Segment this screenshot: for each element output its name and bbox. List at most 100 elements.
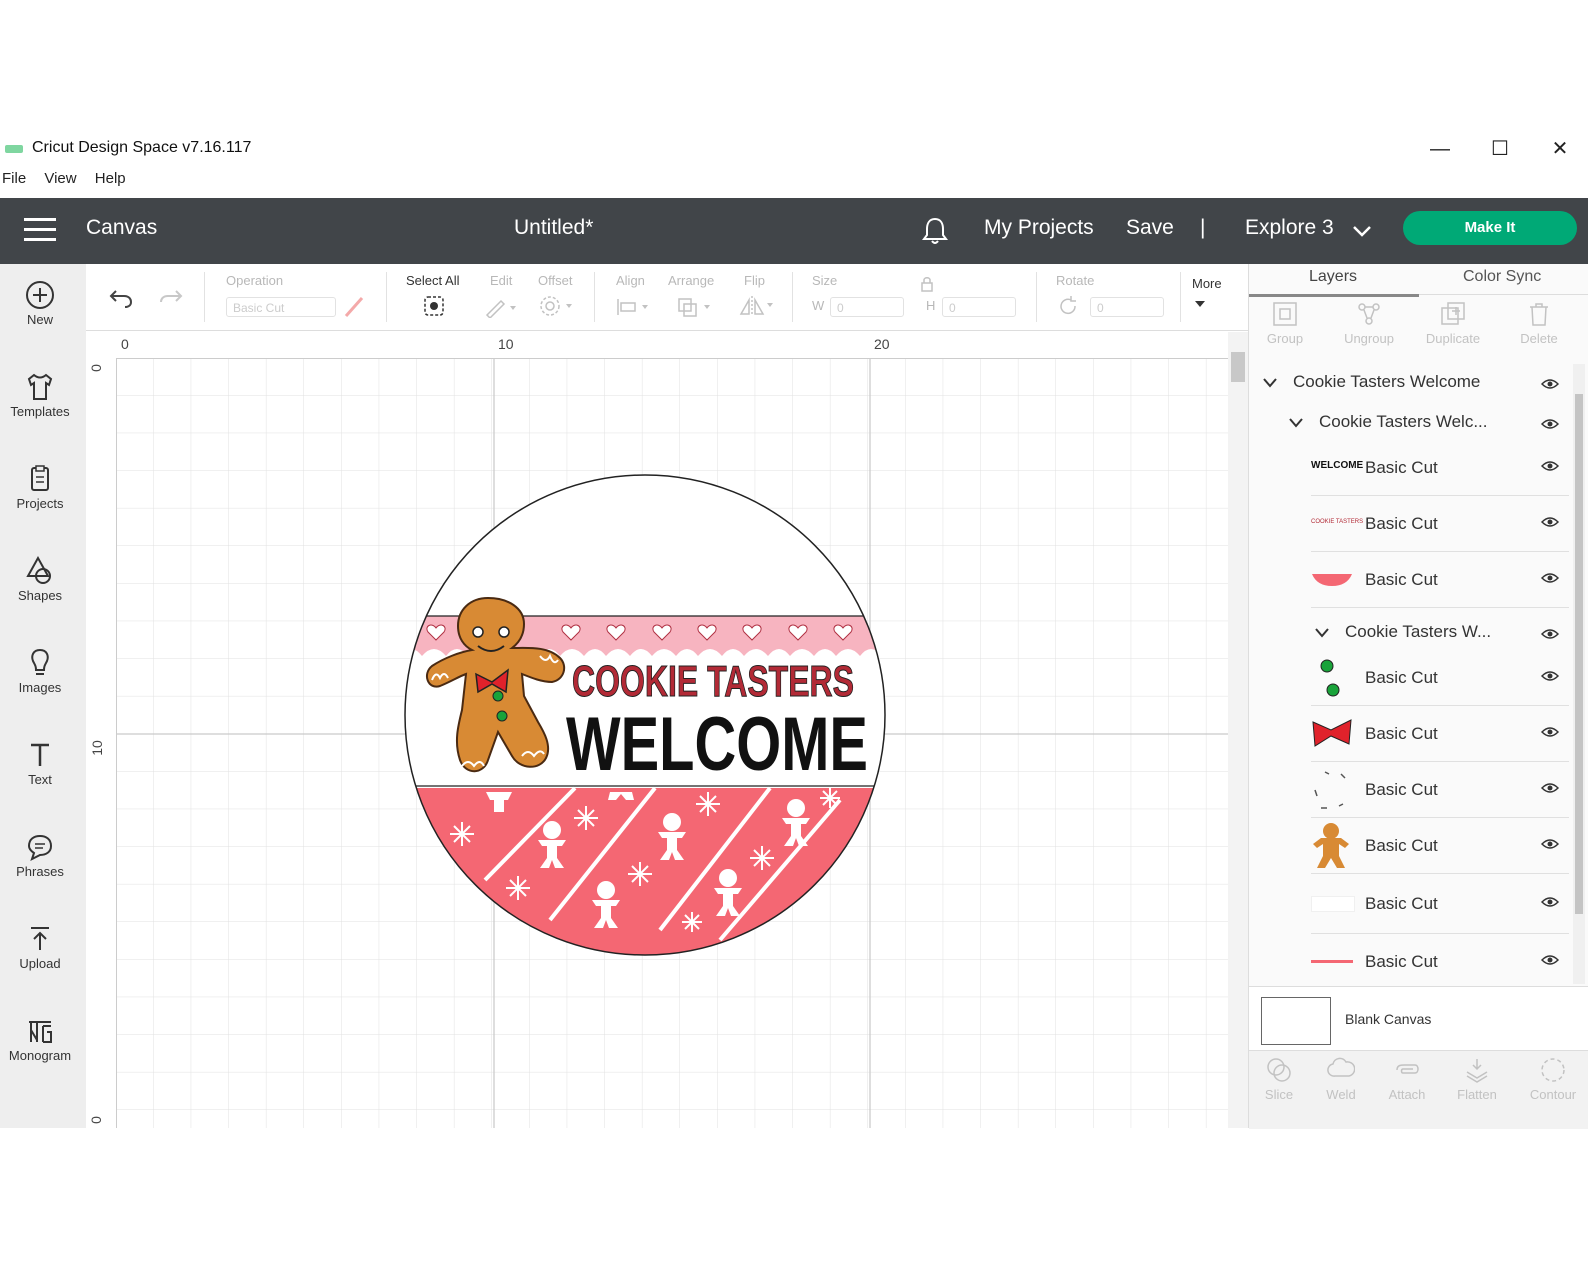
blank-canvas-swatch[interactable] (1261, 997, 1331, 1045)
sidebar-item-projects[interactable]: Projects (0, 462, 80, 511)
my-projects-link[interactable]: My Projects (984, 216, 1094, 240)
shirt-icon (27, 373, 53, 400)
lock-icon[interactable] (920, 276, 934, 292)
chevron-down-icon[interactable] (1263, 378, 1277, 388)
action-label: Contour (1529, 1087, 1577, 1102)
ruler-left: 0 10 0 (88, 358, 117, 1128)
blank-canvas-row[interactable]: Blank Canvas (1249, 986, 1588, 1051)
machine-selector[interactable]: Explore 3 (1245, 216, 1334, 240)
eye-icon[interactable] (1541, 838, 1559, 850)
tab-layers[interactable]: Layers (1249, 264, 1419, 297)
app-logo-icon (5, 145, 23, 153)
layer-row[interactable]: Basic Cut (1249, 934, 1569, 988)
save-button[interactable]: Save (1126, 216, 1174, 240)
design-artwork[interactable]: COOKIE TASTERS WELCOME (400, 470, 890, 960)
eye-icon[interactable] (1541, 670, 1559, 682)
pink-band-thumbnail (1312, 574, 1352, 586)
attach-button[interactable]: Attach (1377, 1056, 1437, 1102)
chevron-down-icon[interactable] (1289, 418, 1303, 428)
sidebar-item-shapes[interactable]: Shapes (0, 554, 80, 603)
redo-icon[interactable] (158, 286, 184, 310)
close-icon[interactable]: ✕ (1545, 136, 1575, 162)
layer-row[interactable]: Basic Cut (1249, 818, 1569, 874)
menu-help[interactable]: Help (95, 170, 126, 187)
layer-row[interactable]: Basic Cut (1249, 762, 1569, 818)
layer-row[interactable]: WELCOME Basic Cut (1249, 440, 1569, 496)
paperclip-icon (1396, 1064, 1419, 1074)
canvas-scrollbar[interactable] (1228, 332, 1248, 1128)
action-label: Duplicate (1425, 331, 1481, 346)
trash-icon (1530, 303, 1548, 326)
contour-button[interactable]: Contour (1523, 1056, 1583, 1102)
flatten-button[interactable]: Flatten (1447, 1056, 1507, 1102)
menu-file[interactable]: File (2, 170, 26, 187)
layer-label: Basic Cut (1365, 894, 1438, 913)
weld-button[interactable]: Weld (1311, 1056, 1371, 1102)
undo-icon[interactable] (108, 286, 134, 310)
chevron-down-icon[interactable] (1315, 628, 1329, 638)
duplicate-button[interactable]: Duplicate (1417, 300, 1489, 346)
window-titlebar: Cricut Design Space v7.16.117 — ☐ ✕ (0, 130, 1588, 166)
select-all-icon[interactable] (422, 294, 446, 318)
scrollbar-thumb[interactable] (1231, 352, 1245, 382)
flip-icon[interactable] (738, 294, 778, 318)
more-label[interactable]: More (1192, 276, 1222, 291)
action-label: Ungroup (1344, 331, 1394, 346)
text-icon (31, 743, 49, 766)
minimize-icon[interactable]: — (1425, 136, 1455, 162)
eye-icon[interactable] (1541, 782, 1559, 794)
make-it-button[interactable]: Make It (1403, 211, 1577, 245)
delete-button[interactable]: Delete (1503, 300, 1575, 346)
chevron-down-icon[interactable] (1352, 224, 1372, 238)
edit-pencil-icon[interactable] (484, 296, 518, 318)
eye-icon[interactable] (1541, 460, 1559, 472)
tab-color-sync[interactable]: Color Sync (1419, 264, 1588, 295)
rotate-icon[interactable] (1056, 294, 1080, 318)
offset-icon[interactable] (538, 294, 578, 318)
pen-color-icon[interactable] (342, 294, 366, 320)
layer-row[interactable]: Basic Cut (1249, 706, 1569, 762)
hamburger-menu-icon[interactable] (24, 218, 56, 242)
sidebar-item-upload[interactable]: Upload (0, 922, 80, 971)
layers-scrollbar-thumb[interactable] (1575, 394, 1583, 914)
sidebar-item-monogram[interactable]: Monogram (0, 1014, 80, 1063)
sidebar-item-images[interactable]: Images (0, 646, 80, 695)
sidebar-label: Monogram (8, 1048, 72, 1063)
layer-row[interactable]: COOKIE TASTERS Basic Cut (1249, 496, 1569, 552)
align-icon[interactable] (614, 296, 654, 318)
layer-row[interactable]: Basic Cut (1249, 650, 1569, 706)
action-label: Flatten (1457, 1087, 1497, 1102)
tab-label: Layers (1309, 268, 1358, 285)
eye-icon[interactable] (1541, 628, 1559, 640)
ungroup-button[interactable]: Ungroup (1333, 300, 1405, 346)
rotate-input[interactable]: 0 (1090, 297, 1164, 317)
eye-icon[interactable] (1541, 418, 1559, 430)
slice-button[interactable]: Slice (1249, 1056, 1309, 1102)
layer-row[interactable]: Basic Cut (1249, 552, 1569, 608)
bell-icon[interactable] (922, 216, 948, 246)
sidebar-item-text[interactable]: Text (0, 738, 80, 787)
sidebar-item-new[interactable]: New (0, 278, 80, 327)
layer-row[interactable]: Basic Cut (1249, 874, 1569, 934)
eye-icon[interactable] (1541, 954, 1559, 966)
size-label: Size (812, 273, 838, 288)
sidebar-item-templates[interactable]: Templates (0, 370, 80, 419)
eye-icon[interactable] (1541, 516, 1559, 528)
sidebar-item-phrases[interactable]: Phrases (0, 830, 80, 879)
group-button[interactable]: Group (1249, 300, 1321, 346)
eye-icon[interactable] (1541, 896, 1559, 908)
eye-icon[interactable] (1541, 378, 1559, 390)
monogram-icon (29, 1021, 52, 1043)
eye-icon[interactable] (1541, 726, 1559, 738)
operation-select[interactable]: Basic Cut (226, 297, 336, 317)
eye-icon[interactable] (1541, 572, 1559, 584)
arrange-icon[interactable] (676, 296, 716, 318)
document-title[interactable]: Untitled* (514, 216, 593, 240)
width-input[interactable]: 0 (830, 297, 904, 317)
more-caret-icon[interactable] (1194, 300, 1206, 308)
menu-view[interactable]: View (44, 170, 76, 187)
layers-scrollbar[interactable] (1573, 364, 1585, 984)
height-input[interactable]: 0 (942, 297, 1016, 317)
select-all-label: Select All (406, 273, 460, 288)
maximize-icon[interactable]: ☐ (1485, 136, 1515, 162)
